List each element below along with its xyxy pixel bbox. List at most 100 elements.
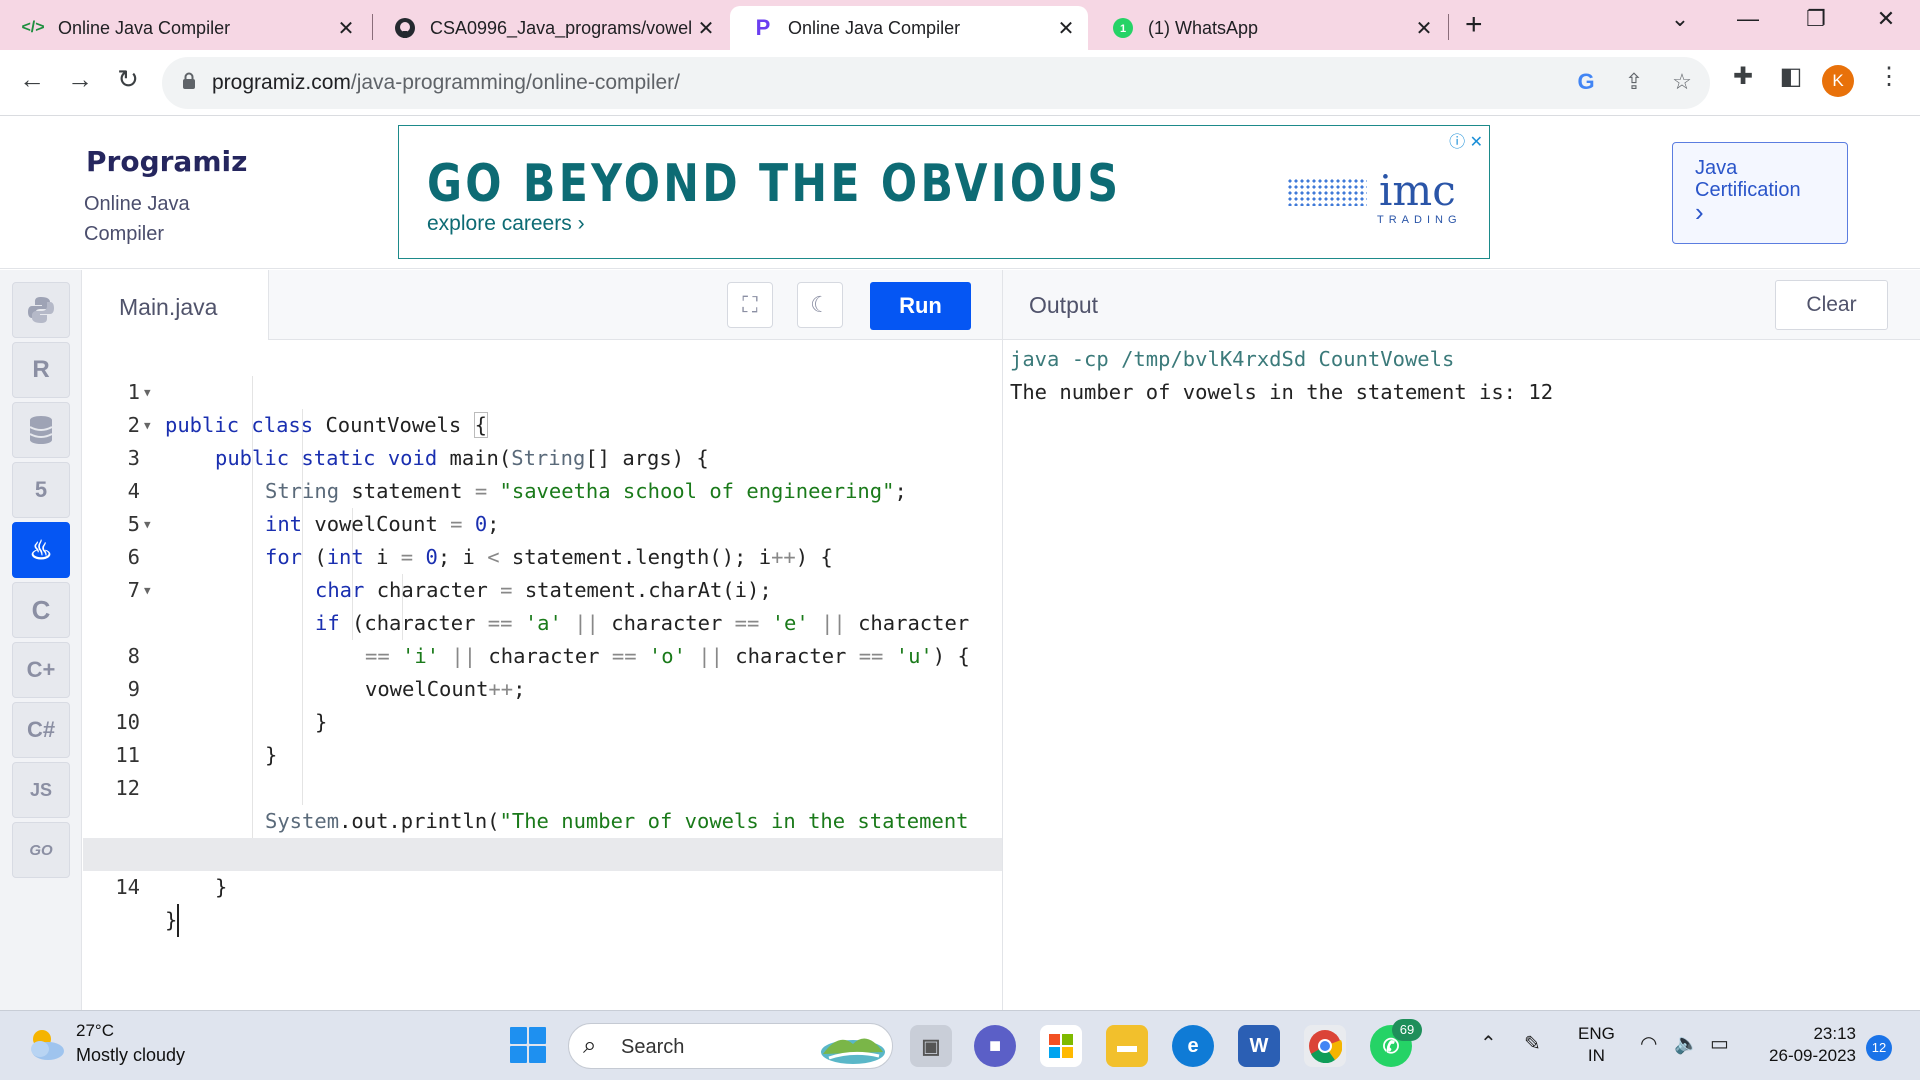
code-line: 13 } [83,805,1002,899]
c-icon[interactable]: C [12,582,70,638]
weather-temperature[interactable]: 27°C [76,1021,114,1041]
back-icon[interactable]: ← [14,64,50,95]
code-text: } [165,904,180,937]
html5-icon[interactable]: 5 [12,462,70,518]
fullscreen-icon[interactable]: ⛶ [727,282,773,328]
ad-brand: imc [1379,166,1456,215]
restore-icon[interactable]: ❐ [1796,6,1836,32]
url-path: /java-programming/online-compiler/ [350,71,681,94]
microsoft-store-icon[interactable] [1040,1025,1082,1067]
tab-title: CSA0996_Java_programs/vowel [430,17,693,38]
search-icon: ⌕ [583,1032,597,1059]
code-line-active: 14 } [83,838,1002,937]
show-hidden-icons-icon[interactable]: ⌃ [1480,1031,1497,1056]
programiz-logo[interactable]: Programiz [86,145,247,178]
close-tab-icon[interactable]: ✕ [1056,16,1076,41]
language-code: ENG [1578,1024,1615,1043]
clock-time: 23:13 [1813,1024,1856,1043]
notification-count-badge[interactable]: 12 [1866,1035,1892,1061]
tab-search-icon[interactable]: ⌄ [1660,6,1700,32]
close-tab-icon[interactable]: ✕ [1414,16,1434,41]
ad-close-icon[interactable]: ⓘ ✕ [1449,128,1483,152]
task-view-icon[interactable]: ▣ [910,1025,952,1067]
windows-taskbar: 27°C Mostly cloudy ⌕ Search ▣ ■ ▬ e W ✆ … [0,1010,1920,1080]
svg-text:1: 1 [1120,23,1126,35]
code-icon: </> [21,19,45,36]
run-button[interactable]: Run [870,282,971,330]
javascript-icon[interactable]: JS [12,762,70,818]
profile-avatar[interactable]: K [1822,65,1854,97]
language-region: IN [1587,1046,1605,1065]
system-clock[interactable]: 23:13 26-09-2023 [1760,1023,1856,1067]
advertisement-banner[interactable]: GO BEYOND THE OBVIOUS explore careers › … [398,125,1490,259]
code-line: 10 } [83,673,1002,767]
url-host: programiz.com [212,71,351,94]
bookmark-star-icon[interactable]: ☆ [1666,69,1698,95]
whatsapp-icon: 1 [1112,17,1134,39]
python-icon[interactable] [12,282,70,338]
code-line: 4 int vowelCount = 0; [83,442,1002,536]
forward-icon[interactable]: → [62,64,98,95]
code-line: 7 ▼ if (character == 'a' || character == … [83,541,1002,635]
edge-browser-icon[interactable]: e [1172,1025,1214,1067]
line-number: 14 [115,875,140,899]
word-icon[interactable]: W [1238,1025,1280,1067]
editor-header: Main.java ⛶ ☾ Run [83,270,1002,340]
close-window-icon[interactable]: ✕ [1866,6,1906,32]
chrome-icon[interactable] [1304,1025,1346,1067]
file-explorer-icon[interactable]: ▬ [1106,1025,1148,1067]
whatsapp-unread-badge: 69 [1392,1019,1422,1041]
tab-online-java-compiler-active[interactable]: P Online Java Compiler ✕ [730,6,1088,50]
browser-tab-strip: </> Online Java Compiler ✕ CSA0996_Java_… [0,0,1920,50]
share-icon[interactable]: ⇪ [1618,69,1650,95]
pen-icon[interactable]: ✎ [1524,1031,1541,1056]
extensions-icon[interactable]: ✚ [1726,62,1760,91]
new-tab-button[interactable]: + [1465,8,1483,42]
tab-github[interactable]: CSA0996_Java_programs/vowel ✕ [372,6,728,50]
weather-description[interactable]: Mostly cloudy [76,1045,185,1066]
volume-icon[interactable]: 🔈 [1674,1031,1699,1056]
tab-title: Online Java Compiler [58,17,231,38]
reload-icon[interactable]: ↻ [110,64,146,95]
google-translate-icon[interactable]: G [1570,69,1602,95]
close-tab-icon[interactable]: ✕ [696,16,716,41]
teams-chat-icon[interactable]: ■ [974,1025,1016,1067]
code-editor[interactable]: 1 ▼ public class CountVowels { 2 ▼ public … [83,343,1002,1009]
cpp-icon[interactable]: C+ [12,642,70,698]
dark-mode-icon[interactable]: ☾ [797,282,843,328]
clear-button[interactable]: Clear [1775,280,1888,330]
weather-cloudy-icon[interactable] [26,1027,66,1061]
code-line: 1 ▼ public class CountVowels { [83,343,1002,438]
go-icon[interactable]: GO [12,822,70,878]
close-tab-icon[interactable]: ✕ [336,16,356,41]
lock-icon [183,72,195,89]
windows-start-icon[interactable] [510,1027,546,1063]
tab-divider [1448,14,1449,40]
code-text: } [215,875,228,899]
search-label: Search [621,1036,685,1058]
ad-link[interactable]: explore careers › [427,212,585,236]
url-text: programiz.com/java-programming/online-co… [212,71,680,95]
battery-icon[interactable]: ▭ [1710,1031,1729,1056]
java-icon[interactable]: ♨ [12,522,70,578]
language-indicator[interactable]: ENG IN [1578,1023,1615,1067]
csharp-icon[interactable]: C# [12,702,70,758]
side-panel-icon[interactable]: ◧ [1774,62,1808,91]
github-icon [394,17,416,39]
file-tab[interactable]: Main.java [83,270,269,340]
site-header: Programiz Online Java Compiler GO BEYOND… [0,117,1920,269]
address-bar[interactable]: programiz.com/java-programming/online-co… [162,57,1710,109]
wifi-icon[interactable]: ◠ [1640,1031,1657,1056]
taskbar-search[interactable]: ⌕ Search [568,1023,893,1069]
java-certification-button[interactable]: Java Certification › [1672,142,1848,244]
tab-online-java-compiler-1[interactable]: </> Online Java Compiler ✕ [0,6,368,50]
programiz-icon: P [755,15,771,40]
menu-kebab-icon[interactable]: ⋮ [1872,62,1906,91]
tab-whatsapp[interactable]: 1 (1) WhatsApp ✕ [1090,6,1446,50]
ad-brand-sub: TRADING [1377,214,1462,226]
r-icon[interactable]: R [12,342,70,398]
minimize-icon[interactable]: — [1728,6,1768,32]
output-title: Output [1029,292,1099,318]
sql-database-icon[interactable] [12,402,70,458]
code-line: 11 [83,706,1002,767]
